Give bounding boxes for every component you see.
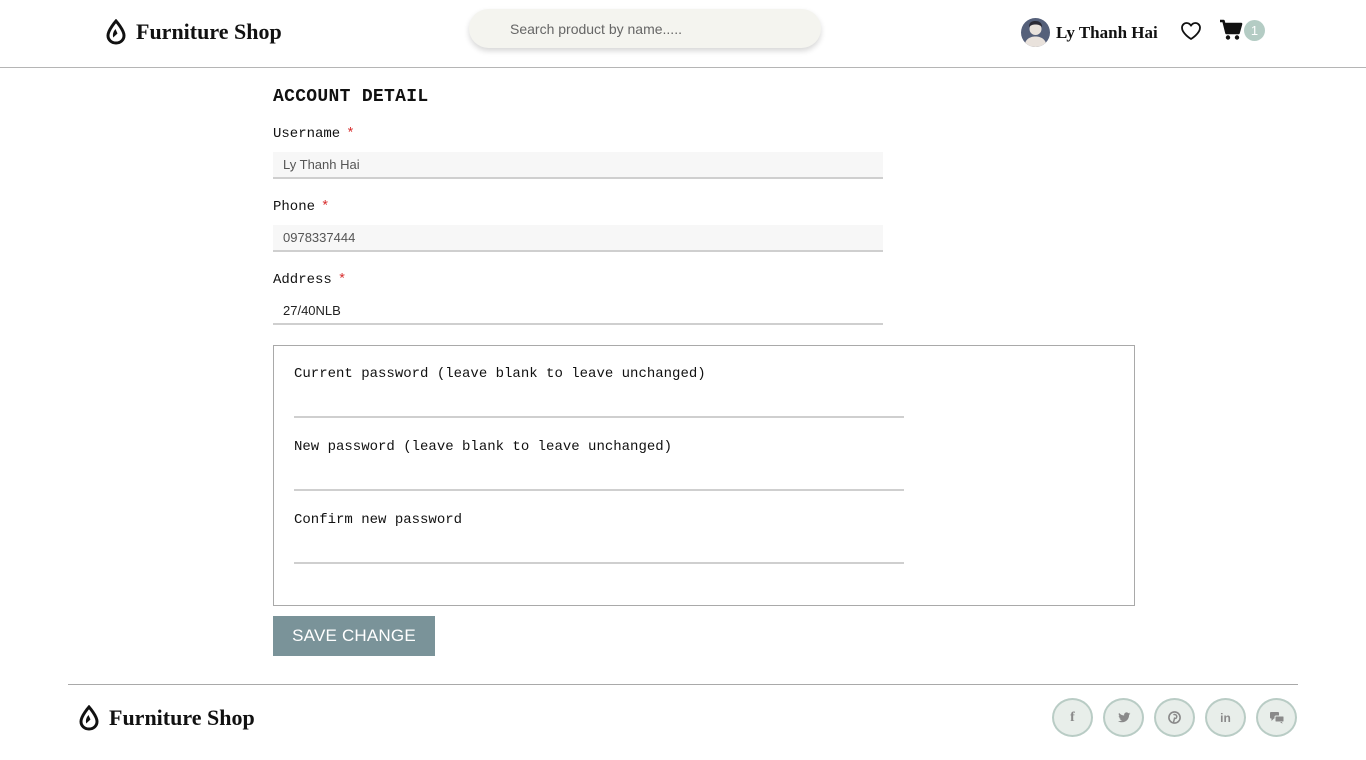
drop-icon [78,704,100,731]
drop-icon [105,18,127,45]
chat-button[interactable] [1256,698,1297,737]
cart-count-badge: 1 [1244,20,1265,41]
search-bar [469,9,821,48]
confirm-password-label: Confirm new password [294,512,463,528]
site-header: Furniture Shop Ly Thanh Hai 1 [0,0,1366,68]
required-mark: * [321,199,330,215]
twitter-button[interactable] [1103,698,1144,737]
current-password-label: Current password (leave blank to leave u… [294,366,706,382]
username-label: Username * [273,126,355,142]
username-label-text: Username [273,126,341,142]
phone-label: Phone * [273,199,329,215]
twitter-icon [1117,711,1131,724]
new-password-field[interactable] [294,463,904,491]
required-mark: * [346,126,355,142]
linkedin-button[interactable]: in [1205,698,1246,737]
address-field[interactable] [273,298,883,325]
footer-brand-name: Furniture Shop [109,705,255,730]
search-input[interactable] [469,9,821,48]
facebook-icon: f [1070,709,1075,725]
confirm-password-field[interactable] [294,536,904,564]
pinterest-button[interactable] [1154,698,1195,737]
heart-icon[interactable] [1180,21,1202,41]
chat-icon [1269,711,1285,724]
required-mark: * [337,272,347,288]
linkedin-icon: in [1220,710,1231,725]
avatar [1021,18,1050,47]
phone-field[interactable] [273,225,883,252]
user-name: Ly Thanh Hai [1056,22,1158,42]
brand-name: Furniture Shop [136,19,282,44]
save-change-button[interactable]: SAVE CHANGE [273,616,435,656]
facebook-button[interactable]: f [1052,698,1093,737]
brand-logo-link[interactable]: Furniture Shop [105,18,282,45]
cart-icon[interactable] [1219,19,1243,41]
username-field[interactable] [273,152,883,179]
phone-label-text: Phone [273,199,316,215]
current-password-field[interactable] [294,390,904,418]
footer-divider [68,684,1298,685]
footer-brand-link[interactable]: Furniture Shop [78,704,255,731]
new-password-label: New password (leave blank to leave uncha… [294,439,673,455]
user-menu[interactable]: Ly Thanh Hai [1021,18,1158,47]
address-label: Address * [273,272,346,288]
page-title: ACCOUNT DETAIL [273,87,429,107]
password-section: Current password (leave blank to leave u… [273,345,1135,606]
address-label-text: Address [273,272,332,288]
pinterest-icon [1168,711,1181,724]
